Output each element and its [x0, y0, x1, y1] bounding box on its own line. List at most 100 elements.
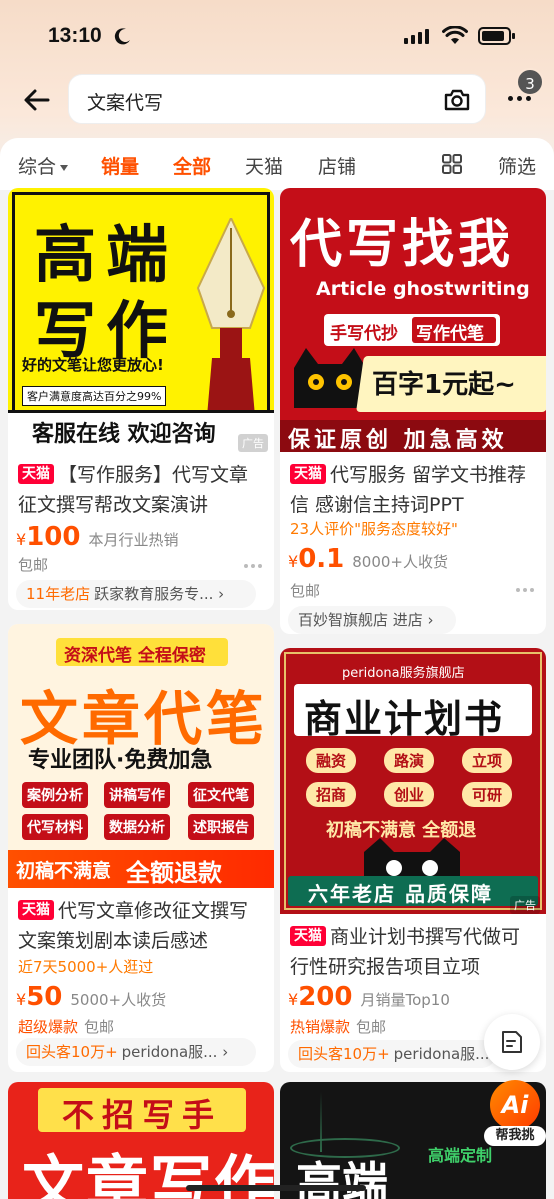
poster-tag: 数据分析: [104, 814, 170, 840]
browse-stats: 近7天5000+人逛过: [18, 958, 154, 976]
price: 200: [298, 982, 353, 1012]
product-image: 资深代笔 全程保密 文章代笔 专业团队·免费加急 案例分析 讲稿写作 征文代笔 …: [8, 624, 274, 888]
product-card[interactable]: 代写找我 Article ghostwriting 手写代抄 写作代笔 百字1元…: [280, 188, 546, 634]
poster-tag: 创业: [384, 782, 435, 807]
product-image: 代写找我 Article ghostwriting 手写代抄 写作代笔 百字1元…: [280, 188, 546, 452]
product-card[interactable]: 不招写手 文章写作: [8, 1082, 274, 1199]
search-query: 文案代写: [87, 92, 164, 114]
price-row: ¥50 5000+人收货: [16, 982, 167, 1012]
shipping-text: 热销爆款 包邮: [290, 1018, 387, 1036]
filter-bar: 综合 销量 全部 天猫 店铺 筛选: [0, 138, 554, 190]
shop-link[interactable]: 回头客10万+peridona服... ›: [16, 1038, 256, 1066]
poster-bottom-text: 保证原创 加急高效: [288, 428, 508, 452]
poster-english: Article ghostwriting: [316, 278, 530, 300]
poster-bottom-text: 全额退款: [126, 859, 222, 887]
poster-tag: 代写材料: [22, 814, 88, 840]
more-options-icon[interactable]: [516, 588, 534, 592]
search-input[interactable]: 文案代写: [68, 74, 486, 124]
poster-headline: 高端: [296, 1157, 388, 1199]
filter-sales[interactable]: 销量: [101, 152, 139, 179]
filter-tmall[interactable]: 天猫: [245, 152, 283, 179]
poster-tag: 征文代笔: [188, 782, 254, 808]
sales-text: 5000+人收货: [70, 991, 167, 1009]
status-time: 13:10: [48, 24, 102, 47]
product-card[interactable]: 资深代笔 全程保密 文章代笔 专业团队·免费加急 案例分析 讲稿写作 征文代笔 …: [8, 624, 274, 1072]
pen-nib-icon: [196, 218, 266, 428]
moon-icon: [114, 28, 130, 45]
price: 0.1: [298, 544, 345, 574]
poster-bottom-text: 六年老店 品质保障: [308, 882, 493, 906]
poster-tag: 述职报告: [188, 814, 254, 840]
tmall-badge: 天猫: [290, 926, 326, 946]
grid-view-icon[interactable]: [441, 153, 463, 175]
poster-tagline: 好的文笔让您更放心!: [22, 356, 164, 374]
tmall-badge: 天猫: [290, 464, 326, 484]
poster-tag: 路演: [384, 748, 435, 773]
shipping-text: 超级爆款 包邮: [18, 1018, 115, 1036]
poster-bottom-text: 初稿不满意: [16, 860, 112, 882]
poster-tag: 招商: [306, 782, 357, 807]
sales-text: 本月行业热销: [88, 531, 179, 549]
notification-badge: 3: [516, 68, 544, 96]
price-row: ¥100 本月行业热销: [16, 522, 179, 552]
ad-label: 广告: [510, 896, 540, 914]
product-card[interactable]: 高端 写作 好的文笔让您更放心! 客户满意度高达百分之99% 客服在线 欢迎咨询…: [8, 188, 274, 610]
shop-link[interactable]: 回头客10万+peridona服... ›: [288, 1040, 496, 1068]
filter-shops[interactable]: 店铺: [318, 152, 356, 179]
shop-link[interactable]: 百妙智旗舰店 进店 ›: [288, 606, 456, 634]
product-title: 天猫 商业计划书撰写代做可行性研究报告项目立项: [290, 926, 521, 978]
poster-tag: 手写代抄: [330, 324, 398, 344]
shipping-text: 包邮: [18, 556, 49, 574]
poster-top: 资深代笔 全程保密: [64, 646, 206, 666]
product-image: 高端 写作 好的文笔让您更放心! 客户满意度高达百分之99% 客服在线 欢迎咨询…: [8, 188, 274, 452]
more-options-icon[interactable]: [244, 564, 262, 568]
poster-bottom-text: 客服在线 欢迎咨询: [32, 422, 216, 447]
poster-tag: 可研: [462, 782, 513, 807]
status-bar: 13:10: [0, 0, 554, 70]
tmall-badge: 天猫: [18, 464, 54, 484]
cellular-signal-icon: [404, 29, 429, 44]
price: 50: [26, 982, 63, 1012]
product-card[interactable]: peridona服务旗舰店 商业计划书 融资 路演 立项 招商 创业 可研 初稿…: [280, 648, 546, 1072]
feedback-button[interactable]: [484, 1014, 540, 1070]
wifi-icon: [442, 26, 468, 44]
review-summary: 23人评价"服务态度较好": [290, 520, 458, 538]
poster-headline: 代写找我: [290, 215, 515, 275]
poster-note: 客户满意度高达百分之99%: [22, 386, 167, 406]
poster-headline: 商业计划书: [304, 697, 505, 741]
poster-offer: 百字1元起~: [372, 370, 516, 400]
camera-icon[interactable]: [443, 86, 471, 114]
ai-assistant-button[interactable]: Ai 帮我挑: [484, 1080, 546, 1148]
poster-store: peridona服务旗舰店: [342, 666, 465, 681]
ai-icon: Ai: [490, 1080, 540, 1130]
poster-top: 不招写手: [62, 1096, 223, 1134]
back-arrow-icon[interactable]: [22, 86, 52, 114]
home-indicator: [186, 1185, 366, 1191]
price: 100: [26, 522, 81, 552]
product-title: 天猫 代写文章修改征文撰写文案策划剧本读后感述: [18, 900, 249, 952]
battery-icon: [478, 27, 515, 45]
shop-link[interactable]: 11年老店 跃家教育服务专... ›: [16, 580, 256, 608]
poster-tag: 写作代笔: [416, 324, 484, 344]
product-title: 天猫 代写服务 留学文书推荐信 感谢信主持词PPT: [290, 464, 527, 516]
price-row: ¥0.1 8000+人收货: [288, 544, 448, 574]
product-image: 不招写手 文章写作: [8, 1082, 274, 1199]
sales-text: 8000+人收货: [352, 553, 448, 571]
filter-button[interactable]: 筛选: [498, 152, 536, 179]
shipping-text: 包邮: [290, 582, 321, 600]
filter-all[interactable]: 全部: [173, 152, 211, 179]
poster-tag: 高端定制: [428, 1146, 493, 1165]
poster-tag: 融资: [306, 748, 357, 773]
edit-note-icon: [502, 1031, 522, 1053]
poster-tag: 讲稿写作: [104, 782, 170, 808]
poster-tag: 案例分析: [22, 782, 88, 808]
product-title: 天猫 【写作服务】代写文章征文撰写帮改文案演讲: [18, 464, 249, 516]
poster-tag: 立项: [462, 748, 513, 773]
ai-assistant-label: 帮我挑: [484, 1126, 546, 1146]
filter-comprehensive[interactable]: 综合: [18, 152, 69, 179]
sales-text: 月销量Top10: [360, 991, 450, 1009]
tmall-badge: 天猫: [18, 900, 54, 920]
poster-subtitle: 专业团队·免费加急: [28, 748, 213, 773]
price-row: ¥200 月销量Top10: [288, 982, 450, 1012]
ad-label: 广告: [238, 434, 268, 452]
